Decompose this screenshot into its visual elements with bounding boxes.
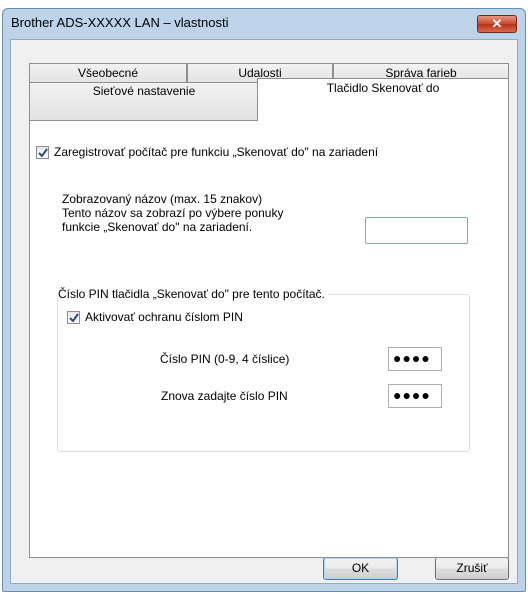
dialog-client-area: Všeobecné Udalosti Správa farieb Sieťové… — [10, 39, 518, 584]
tab-network-settings[interactable]: Sieťové nastavenie — [29, 82, 259, 120]
pin-label: Číslo PIN (0-9, 4 číslice) — [160, 352, 290, 366]
display-name-line1: Zobrazovaný názov (max. 15 znakov) — [62, 192, 263, 206]
cancel-button[interactable]: Zrušiť — [435, 557, 509, 580]
title-bar[interactable]: Brother ADS-XXXXX LAN – vlastnosti ✕ — [3, 9, 525, 39]
checkmark-icon — [38, 148, 48, 158]
pin-input[interactable]: ●●●● — [388, 347, 442, 371]
repin-input[interactable]: ●●●● — [388, 384, 442, 408]
close-icon: ✕ — [491, 16, 503, 31]
tab-scan-to-button-label: Tlačidlo Skenovať do — [326, 81, 440, 95]
tab-general-label: Všeobecné — [77, 66, 139, 80]
pin-protect-label: Aktivovať ochranu číslom PIN — [85, 310, 243, 324]
display-name-line3: funkcie „Skenovať do" na zariadení. — [62, 220, 253, 234]
tab-scan-to-button[interactable]: Tlačidlo Skenovať do — [257, 78, 509, 121]
repin-label: Znova zadajte číslo PIN — [161, 389, 288, 403]
display-name-input[interactable] — [365, 217, 468, 244]
register-label: Zaregistrovať počítač pre funkciu „Skeno… — [54, 145, 379, 159]
scan-to-tab-panel: Zaregistrovať počítač pre funkciu „Skeno… — [29, 120, 509, 558]
checkmark-icon — [69, 313, 79, 323]
tab-network-settings-label: Sieťové nastavenie — [92, 84, 196, 98]
properties-window: Brother ADS-XXXXX LAN – vlastnosti ✕ Vše… — [2, 8, 526, 592]
ok-button[interactable]: OK — [323, 557, 398, 580]
close-button[interactable]: ✕ — [477, 15, 517, 33]
tab-general[interactable]: Všeobecné — [29, 63, 187, 83]
register-checkbox[interactable] — [36, 146, 49, 159]
pin-group-legend: Číslo PIN tlačidla „Skenovať do" pre ten… — [58, 287, 328, 301]
window-title: Brother ADS-XXXXX LAN – vlastnosti — [11, 15, 229, 30]
pin-protect-checkbox[interactable] — [67, 311, 80, 324]
display-name-line2: Tento názov sa zobrazí po výbere ponuky — [62, 206, 284, 220]
